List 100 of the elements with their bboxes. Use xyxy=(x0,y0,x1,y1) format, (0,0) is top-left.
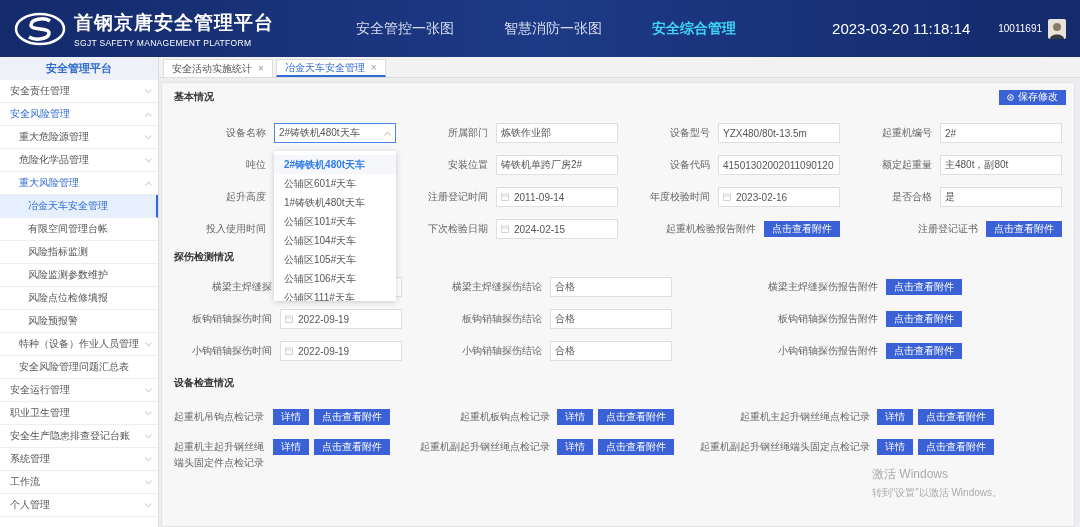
section-title: 设备检查情况 xyxy=(174,376,234,390)
field-label: 投入使用时间 xyxy=(205,222,266,236)
dropdown-option[interactable]: 2#铸铁机480t天车 xyxy=(274,155,396,174)
field-label: 板钩销轴探伤时间 xyxy=(192,312,272,326)
details-button[interactable]: 详情 xyxy=(877,409,913,425)
field-label: 年度校验时间 xyxy=(649,190,710,204)
text-field[interactable]: 合格 xyxy=(550,341,672,361)
view-attachment-button[interactable]: 点击查看附件 xyxy=(764,221,840,237)
field-label: 所属部门 xyxy=(447,126,488,140)
datetime: 2023-03-20 11:18:14 xyxy=(832,20,971,37)
nav-tab[interactable]: 智慧消防一张图 xyxy=(504,15,602,42)
page-tab[interactable]: 冶金天车安全管理 × xyxy=(275,59,386,77)
view-attachment-button[interactable]: 点击查看附件 xyxy=(598,439,674,455)
chevron-icon xyxy=(145,157,152,163)
activation-title: 激活 Windows xyxy=(872,466,949,483)
sidebar-item[interactable]: 系统管理 xyxy=(0,448,158,471)
sidebar-item[interactable]: 风险点位检修填报 xyxy=(0,287,158,310)
save-button[interactable]: 保存修改 xyxy=(999,89,1066,105)
view-attachment-button[interactable]: 点击查看附件 xyxy=(986,221,1062,237)
sidebar-item[interactable]: 工作流 xyxy=(0,471,158,494)
view-attachment-button[interactable]: 点击查看附件 xyxy=(598,409,674,425)
details-button[interactable]: 详情 xyxy=(557,409,593,425)
dropdown-option[interactable]: 1#铸铁机480t天车 xyxy=(274,193,396,212)
text-field[interactable]: 合格 xyxy=(550,277,672,297)
view-attachment-button[interactable]: 点击查看附件 xyxy=(886,279,962,295)
sidebar-item[interactable]: 个人管理 xyxy=(0,494,158,517)
view-attachment-button[interactable]: 点击查看附件 xyxy=(314,409,390,425)
dropdown-option[interactable]: 公辅区106#天车 xyxy=(274,269,396,288)
sidebar-item[interactable]: 安全运行管理 xyxy=(0,379,158,402)
field-label: 横梁主焊缝探 xyxy=(212,280,272,294)
field-label: 小钩销轴探伤时间 xyxy=(192,344,272,358)
sidebar-item[interactable]: 风险监测参数维护 xyxy=(0,264,158,287)
text-field[interactable]: 41501302002011090120 xyxy=(718,155,840,175)
avatar-icon[interactable] xyxy=(1048,18,1066,39)
text-field[interactable]: 炼铁作业部 xyxy=(496,123,618,143)
calendar-icon xyxy=(501,225,509,233)
sidebar-item[interactable]: 职业卫生管理 xyxy=(0,402,158,425)
date-field[interactable]: 2022-09-19 xyxy=(280,309,402,329)
field-label: 吨位 xyxy=(245,158,266,172)
details-button[interactable]: 详情 xyxy=(557,439,593,455)
field-label: 小钩销轴探伤结论 xyxy=(462,344,542,358)
sidebar-item[interactable]: 安全风险管理 xyxy=(0,103,158,126)
record-label: 起重机吊钩点检记录 xyxy=(174,410,265,424)
details-button[interactable]: 详情 xyxy=(273,439,309,455)
view-attachment-button[interactable]: 点击查看附件 xyxy=(314,439,390,455)
field-label: 横梁主焊缝探伤结论 xyxy=(452,280,542,294)
sidebar-item[interactable]: 危险化学品管理 xyxy=(0,149,158,172)
date-field[interactable]: 2011-09-14 xyxy=(496,187,618,207)
field-label: 注册登记证书 xyxy=(917,222,978,236)
sidebar-item[interactable]: 特种（设备）作业人员管理 xyxy=(0,333,158,356)
dropdown-option[interactable]: 公辅区101#天车 xyxy=(274,212,396,231)
nav-tab[interactable]: 安全管控一张图 xyxy=(356,15,454,42)
date-field[interactable]: 2022-09-19 xyxy=(280,341,402,361)
sidebar-item[interactable]: 有限空间管理台帐 xyxy=(0,218,158,241)
user-id: 10011691 xyxy=(998,23,1042,34)
text-field[interactable]: 铸铁机单跨厂房2# xyxy=(496,155,618,175)
text-field[interactable]: 主480t，副80t xyxy=(940,155,1062,175)
field-label: 额定起重量 xyxy=(881,158,932,172)
field-label: 是否合格 xyxy=(891,190,932,204)
chevron-icon xyxy=(145,479,152,485)
record-label: 起重机主起升钢丝绳点检记录 xyxy=(740,410,870,424)
nav-tab[interactable]: 安全综合管理 xyxy=(652,15,736,42)
field-label: 下次检验日期 xyxy=(427,222,488,236)
calendar-icon xyxy=(285,347,293,355)
sidebar-item[interactable]: 安全责任管理 xyxy=(0,80,158,103)
details-button[interactable]: 详情 xyxy=(877,439,913,455)
text-field[interactable]: 是 xyxy=(940,187,1062,207)
view-attachment-button[interactable]: 点击查看附件 xyxy=(918,409,994,425)
dropdown-option[interactable]: 公辅区105#天车 xyxy=(274,250,396,269)
date-field[interactable]: 2024-02-15 xyxy=(496,219,618,239)
dropdown-option[interactable]: 公辅区104#天车 xyxy=(274,231,396,250)
details-button[interactable]: 详情 xyxy=(273,409,309,425)
sidebar-title: 安全管理平台 xyxy=(0,57,158,80)
dropdown-option[interactable]: 公辅区601#天车 xyxy=(274,174,396,193)
chevron-icon xyxy=(145,456,152,462)
field-label: 设备代码 xyxy=(669,158,710,172)
sidebar-item[interactable]: 风险预报警 xyxy=(0,310,158,333)
sidebar-item[interactable]: 安全生产隐患排查登记台账 xyxy=(0,425,158,448)
view-attachment-button[interactable]: 点击查看附件 xyxy=(918,439,994,455)
record-label: 起重机主起升钢丝绳端头固定件点检记录 xyxy=(174,440,265,470)
chevron-icon xyxy=(145,180,152,186)
field-label: 注册登记时间 xyxy=(427,190,488,204)
field-label: 小钩销轴探伤报告附件 xyxy=(778,344,878,358)
sidebar-item[interactable]: 重大危险源管理 xyxy=(0,126,158,149)
view-attachment-button[interactable]: 点击查看附件 xyxy=(886,311,962,327)
chevron-icon xyxy=(145,111,152,117)
date-field[interactable]: 2023-02-16 xyxy=(718,187,840,207)
field-label: 设备型号 xyxy=(669,126,710,140)
view-attachment-button[interactable]: 点击查看附件 xyxy=(886,343,962,359)
page-tab[interactable]: 安全活动实施统计 × xyxy=(163,59,273,77)
text-field[interactable]: 2# xyxy=(940,123,1062,143)
sidebar-item[interactable]: 冶金天车安全管理 xyxy=(0,195,158,218)
field-label: 起重机检验报告附件 xyxy=(665,222,756,236)
calendar-icon xyxy=(285,315,293,323)
text-field[interactable]: YZX480/80t-13.5m xyxy=(718,123,840,143)
text-field[interactable]: 合格 xyxy=(550,309,672,329)
chevron-icon xyxy=(145,134,152,140)
calendar-icon xyxy=(723,193,731,201)
sidebar-item[interactable]: 安全风险管理问题汇总表 xyxy=(0,356,158,379)
sidebar-item[interactable]: 风险指标监测 xyxy=(0,241,158,264)
